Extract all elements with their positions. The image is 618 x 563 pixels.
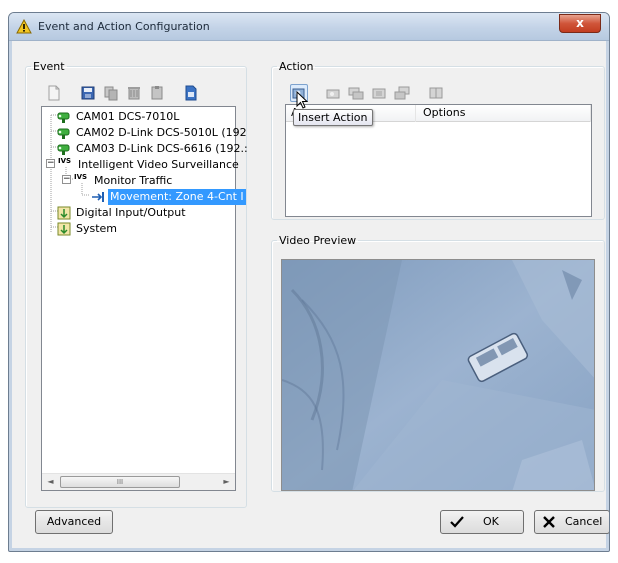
tree-item-label: CAM02 D-Link DCS-5010L (192 — [76, 126, 247, 139]
event-group-label: Event — [33, 60, 65, 73]
cancel-button[interactable]: Cancel — [534, 510, 609, 534]
save-icon[interactable] — [79, 84, 97, 102]
scroll-thumb[interactable]: III — [60, 476, 180, 488]
video-preview-frame — [282, 260, 594, 490]
paste-icon[interactable] — [148, 84, 166, 102]
test-action-icon[interactable] — [427, 84, 445, 102]
action-group-label: Action — [279, 60, 314, 73]
collapse-toggle-monitor-traffic[interactable]: − — [62, 175, 71, 184]
title-bar[interactable]: Event and Action Configuration x — [9, 13, 609, 41]
export-icon[interactable] — [182, 84, 200, 102]
tree-item-label: Movement: Zone 4-Cnt I — [108, 189, 246, 205]
collapse-toggle-ivs[interactable]: − — [46, 159, 55, 168]
scroll-left-arrow-icon[interactable]: ◄ — [42, 474, 59, 491]
ok-label: OK — [483, 515, 499, 528]
video-preview-group: Video Preview — [271, 234, 605, 492]
camera-icon — [57, 112, 70, 123]
tree-item-label: Digital Input/Output — [76, 206, 186, 219]
event-toolbar — [45, 84, 200, 102]
video-preview-label: Video Preview — [279, 234, 357, 247]
advanced-button[interactable]: Advanced — [35, 510, 113, 534]
ivs-icon: IVS — [58, 157, 72, 165]
delete-icon[interactable] — [125, 84, 143, 102]
cancel-x-icon — [543, 516, 555, 528]
io-icon — [57, 206, 71, 220]
system-icon — [57, 222, 71, 236]
action-list[interactable]: A Options Insert Action — [285, 91, 592, 217]
delete-action-icon[interactable] — [370, 84, 388, 102]
camera-icon — [57, 144, 70, 155]
column-header-options[interactable]: Options — [418, 105, 591, 122]
video-preview — [281, 259, 595, 491]
copy-action-icon[interactable] — [347, 84, 365, 102]
scroll-right-arrow-icon[interactable]: ► — [218, 474, 235, 491]
tree-item-label: CAM03 D-Link DCS-6616 (192.: — [76, 142, 248, 155]
event-tree[interactable]: CAM01 DCS-7010L CAM02 D-Link DCS-5010L (… — [41, 106, 248, 491]
new-page-icon[interactable] — [45, 84, 63, 102]
insert-action-tooltip: Insert Action — [293, 109, 373, 126]
tree-item-label: Intelligent Video Surveillance — [78, 158, 239, 171]
mouse-cursor-icon — [296, 91, 308, 109]
copy-icon[interactable] — [102, 84, 120, 102]
event-action-dialog: Event and Action Configuration x Event C… — [8, 12, 610, 552]
close-button[interactable]: x — [559, 14, 601, 33]
warning-icon — [16, 19, 32, 34]
checkmark-icon — [450, 516, 464, 528]
tree-item-label: System — [76, 222, 118, 235]
tree-item-label: Monitor Traffic — [94, 174, 173, 187]
tree-item-label: CAM01 DCS-7010L — [76, 110, 180, 123]
ok-button[interactable]: OK — [440, 510, 524, 534]
dialog-body: Event CAM01 DCS-7010L CAM02 D-Link DCS-5… — [15, 42, 609, 545]
action-toolbar — [290, 84, 445, 102]
window-title: Event and Action Configuration — [38, 20, 210, 33]
tree-horizontal-scrollbar[interactable]: ◄ III ► — [42, 473, 235, 490]
ivs-icon: IVS — [74, 173, 88, 181]
cancel-label: Cancel — [565, 515, 603, 528]
movement-icon — [92, 192, 104, 202]
edit-action-icon[interactable] — [324, 84, 342, 102]
camera-icon — [57, 128, 70, 139]
paste-action-icon[interactable] — [393, 84, 411, 102]
